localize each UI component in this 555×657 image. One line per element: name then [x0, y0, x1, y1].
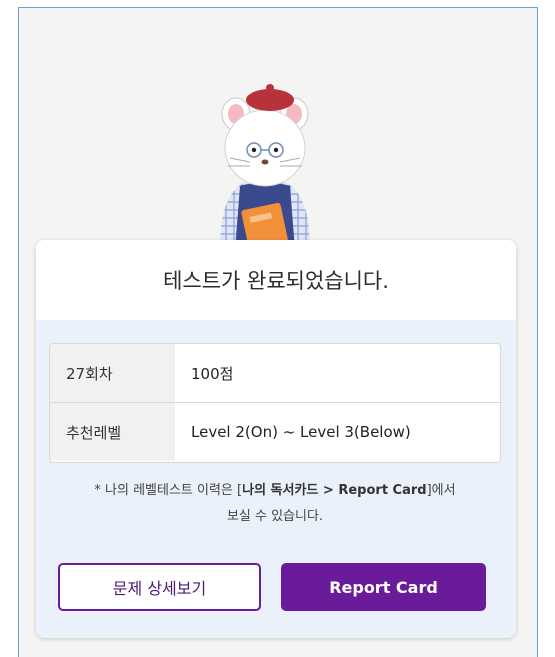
result-info-table: 27회차 100점 추천레벨 Level 2(On) ~ Level 3(Bel… [49, 343, 501, 463]
round-label: 27회차 [50, 344, 175, 402]
score-value: 100점 [191, 364, 234, 383]
cat-librarian-mascot-icon [220, 84, 310, 250]
table-row-round: 27회차 100점 [50, 344, 500, 402]
report-card-button[interactable]: Report Card [281, 563, 486, 611]
result-title: 테스트가 완료되었습니다. [163, 269, 389, 293]
history-note-link: 나의 독서카드 > Report Card [242, 483, 427, 498]
result-card-header: 테스트가 완료되었습니다. [36, 240, 516, 320]
table-row-level: 추천레벨 Level 2(On) ~ Level 3(Below) [50, 402, 500, 461]
question-detail-button[interactable]: 문제 상세보기 [58, 563, 261, 611]
history-note: * 나의 레벨테스트 이력은 [나의 독서카드 > Report Card]에서… [60, 478, 490, 530]
history-note-prefix: * 나의 레벨테스트 이력은 [94, 483, 238, 498]
recommended-level-label: 추천레벨 [50, 403, 175, 461]
result-card: 테스트가 완료되었습니다. 27회차 100점 추천레벨 Level 2(On)… [36, 240, 516, 638]
recommended-level-value: Level 2(On) ~ Level 3(Below) [191, 423, 411, 441]
history-note-suffix: 에서 [431, 483, 456, 498]
history-note-line2: 보실 수 있습니다. [226, 509, 324, 524]
